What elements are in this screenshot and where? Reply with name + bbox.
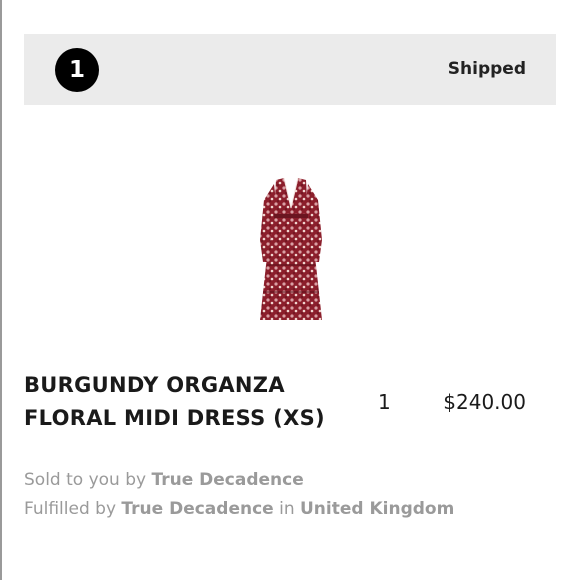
sold-by-line: Sold to you by True Decadence [24,466,454,495]
product-image[interactable] [250,170,332,330]
shipment-status: Shipped [447,59,526,79]
fulfilled-by-name: True Decadence [121,499,274,519]
fulfilled-by-prefix: Fulfilled by [24,499,117,519]
fulfilled-by-line: Fulfilled by True Decadence in United Ki… [24,495,454,524]
sold-by-prefix: Sold to you by [24,470,147,490]
sold-by-name: True Decadence [151,470,304,490]
left-divider [0,0,2,580]
product-quantity: 1 [378,390,391,414]
shipment-header: 1 Shipped [24,34,556,105]
fulfilled-country: United Kingdom [300,499,455,519]
shipment-number-badge: 1 [55,48,99,92]
fulfilled-in-word: in [279,499,295,519]
product-name[interactable]: BURGUNDY ORGANZA FLORAL MIDI DRESS (XS) [24,369,344,435]
seller-info: Sold to you by True Decadence Fulfilled … [24,466,454,524]
product-price: $240.00 [443,390,526,414]
